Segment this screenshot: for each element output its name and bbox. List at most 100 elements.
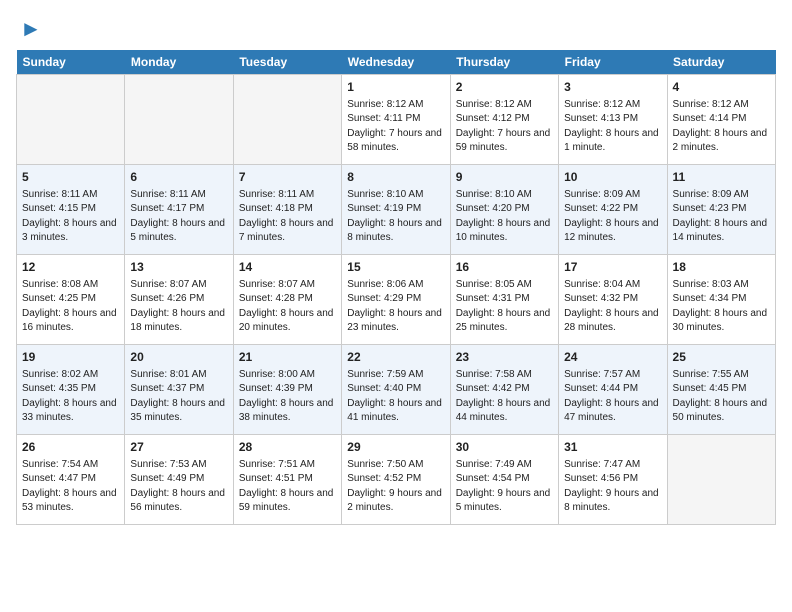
day-info: Sunrise: 8:02 AM Sunset: 4:35 PM Dayligh… [22, 368, 119, 426]
day-number: 17 [564, 259, 661, 276]
logo: ► [16, 16, 42, 42]
day-info: Sunrise: 8:11 AM Sunset: 4:17 PM Dayligh… [130, 188, 227, 246]
day-info: Sunrise: 8:11 AM Sunset: 4:15 PM Dayligh… [22, 188, 119, 246]
weekday-header-friday: Friday [559, 50, 667, 75]
day-info: Sunrise: 7:51 AM Sunset: 4:51 PM Dayligh… [239, 458, 336, 516]
day-number: 1 [347, 79, 444, 96]
calendar-cell: 25 Sunrise: 7:55 AM Sunset: 4:45 PM Dayli… [667, 345, 775, 435]
calendar-cell: 28 Sunrise: 7:51 AM Sunset: 4:51 PM Dayli… [233, 435, 341, 525]
day-number: 21 [239, 349, 336, 366]
day-info: Sunrise: 8:06 AM Sunset: 4:29 PM Dayligh… [347, 278, 444, 336]
day-number: 25 [673, 349, 770, 366]
calendar-cell [667, 435, 775, 525]
day-number: 14 [239, 259, 336, 276]
calendar-cell: 21 Sunrise: 8:00 AM Sunset: 4:39 PM Dayli… [233, 345, 341, 435]
day-number: 3 [564, 79, 661, 96]
calendar-cell: 15 Sunrise: 8:06 AM Sunset: 4:29 PM Dayli… [342, 255, 450, 345]
calendar-cell: 1 Sunrise: 8:12 AM Sunset: 4:11 PM Daylig… [342, 75, 450, 165]
day-info: Sunrise: 8:12 AM Sunset: 4:11 PM Dayligh… [347, 98, 444, 156]
day-info: Sunrise: 7:58 AM Sunset: 4:42 PM Dayligh… [456, 368, 553, 426]
weekday-header-monday: Monday [125, 50, 233, 75]
day-number: 20 [130, 349, 227, 366]
calendar-table: SundayMondayTuesdayWednesdayThursdayFrid… [16, 50, 776, 525]
calendar-cell [17, 75, 125, 165]
calendar-cell: 14 Sunrise: 8:07 AM Sunset: 4:28 PM Dayli… [233, 255, 341, 345]
calendar-week-row: 5 Sunrise: 8:11 AM Sunset: 4:15 PM Daylig… [17, 165, 776, 255]
day-number: 30 [456, 439, 553, 456]
calendar-cell: 20 Sunrise: 8:01 AM Sunset: 4:37 PM Dayli… [125, 345, 233, 435]
day-info: Sunrise: 8:09 AM Sunset: 4:23 PM Dayligh… [673, 188, 770, 246]
day-number: 24 [564, 349, 661, 366]
day-number: 13 [130, 259, 227, 276]
weekday-header-row: SundayMondayTuesdayWednesdayThursdayFrid… [17, 50, 776, 75]
day-number: 4 [673, 79, 770, 96]
calendar-cell [233, 75, 341, 165]
calendar-cell: 31 Sunrise: 7:47 AM Sunset: 4:56 PM Dayli… [559, 435, 667, 525]
calendar-cell: 5 Sunrise: 8:11 AM Sunset: 4:15 PM Daylig… [17, 165, 125, 255]
day-info: Sunrise: 7:57 AM Sunset: 4:44 PM Dayligh… [564, 368, 661, 426]
calendar-cell: 22 Sunrise: 7:59 AM Sunset: 4:40 PM Dayli… [342, 345, 450, 435]
day-number: 27 [130, 439, 227, 456]
day-info: Sunrise: 8:01 AM Sunset: 4:37 PM Dayligh… [130, 368, 227, 426]
day-info: Sunrise: 7:47 AM Sunset: 4:56 PM Dayligh… [564, 458, 661, 516]
day-info: Sunrise: 8:12 AM Sunset: 4:13 PM Dayligh… [564, 98, 661, 156]
day-info: Sunrise: 7:59 AM Sunset: 4:40 PM Dayligh… [347, 368, 444, 426]
day-info: Sunrise: 8:07 AM Sunset: 4:26 PM Dayligh… [130, 278, 227, 336]
day-number: 8 [347, 169, 444, 186]
day-info: Sunrise: 7:53 AM Sunset: 4:49 PM Dayligh… [130, 458, 227, 516]
page-header: ► [16, 16, 776, 42]
calendar-cell: 29Sunrise: 7:50 AM Sunset: 4:52 PM Dayli… [342, 435, 450, 525]
calendar-cell: 23 Sunrise: 7:58 AM Sunset: 4:42 PM Dayli… [450, 345, 558, 435]
day-info: Sunrise: 8:07 AM Sunset: 4:28 PM Dayligh… [239, 278, 336, 336]
calendar-week-row: 19Sunrise: 8:02 AM Sunset: 4:35 PM Dayli… [17, 345, 776, 435]
calendar-cell: 8Sunrise: 8:10 AM Sunset: 4:19 PM Daylig… [342, 165, 450, 255]
day-number: 10 [564, 169, 661, 186]
day-info: Sunrise: 8:10 AM Sunset: 4:20 PM Dayligh… [456, 188, 553, 246]
day-number: 6 [130, 169, 227, 186]
calendar-cell [125, 75, 233, 165]
day-number: 23 [456, 349, 553, 366]
calendar-cell: 10Sunrise: 8:09 AM Sunset: 4:22 PM Dayli… [559, 165, 667, 255]
day-info: Sunrise: 8:12 AM Sunset: 4:14 PM Dayligh… [673, 98, 770, 156]
day-number: 15 [347, 259, 444, 276]
day-number: 31 [564, 439, 661, 456]
day-info: Sunrise: 7:49 AM Sunset: 4:54 PM Dayligh… [456, 458, 553, 516]
day-number: 28 [239, 439, 336, 456]
calendar-cell: 16Sunrise: 8:05 AM Sunset: 4:31 PM Dayli… [450, 255, 558, 345]
day-info: Sunrise: 7:54 AM Sunset: 4:47 PM Dayligh… [22, 458, 119, 516]
calendar-cell: 2Sunrise: 8:12 AM Sunset: 4:12 PM Daylig… [450, 75, 558, 165]
calendar-cell: 27 Sunrise: 7:53 AM Sunset: 4:49 PM Dayli… [125, 435, 233, 525]
day-info: Sunrise: 8:08 AM Sunset: 4:25 PM Dayligh… [22, 278, 119, 336]
calendar-cell: 18Sunrise: 8:03 AM Sunset: 4:34 PM Dayli… [667, 255, 775, 345]
day-info: Sunrise: 8:04 AM Sunset: 4:32 PM Dayligh… [564, 278, 661, 336]
weekday-header-sunday: Sunday [17, 50, 125, 75]
calendar-cell: 24 Sunrise: 7:57 AM Sunset: 4:44 PM Dayli… [559, 345, 667, 435]
calendar-cell: 4 Sunrise: 8:12 AM Sunset: 4:14 PM Daylig… [667, 75, 775, 165]
day-number: 18 [673, 259, 770, 276]
day-number: 7 [239, 169, 336, 186]
calendar-week-row: 12Sunrise: 8:08 AM Sunset: 4:25 PM Dayli… [17, 255, 776, 345]
logo-bird-icon: ► [20, 16, 42, 42]
day-number: 26 [22, 439, 119, 456]
calendar-cell: 30 Sunrise: 7:49 AM Sunset: 4:54 PM Dayli… [450, 435, 558, 525]
calendar-cell: 19Sunrise: 8:02 AM Sunset: 4:35 PM Dayli… [17, 345, 125, 435]
weekday-header-saturday: Saturday [667, 50, 775, 75]
calendar-cell: 9 Sunrise: 8:10 AM Sunset: 4:20 PM Daylig… [450, 165, 558, 255]
day-number: 22 [347, 349, 444, 366]
day-info: Sunrise: 7:55 AM Sunset: 4:45 PM Dayligh… [673, 368, 770, 426]
day-number: 9 [456, 169, 553, 186]
weekday-header-wednesday: Wednesday [342, 50, 450, 75]
calendar-cell: 12Sunrise: 8:08 AM Sunset: 4:25 PM Dayli… [17, 255, 125, 345]
calendar-cell: 3 Sunrise: 8:12 AM Sunset: 4:13 PM Daylig… [559, 75, 667, 165]
day-info: Sunrise: 8:11 AM Sunset: 4:18 PM Dayligh… [239, 188, 336, 246]
day-info: Sunrise: 8:00 AM Sunset: 4:39 PM Dayligh… [239, 368, 336, 426]
calendar-cell: 13 Sunrise: 8:07 AM Sunset: 4:26 PM Dayli… [125, 255, 233, 345]
weekday-header-thursday: Thursday [450, 50, 558, 75]
day-info: Sunrise: 8:05 AM Sunset: 4:31 PM Dayligh… [456, 278, 553, 336]
day-info: Sunrise: 7:50 AM Sunset: 4:52 PM Dayligh… [347, 458, 444, 516]
calendar-cell: 17 Sunrise: 8:04 AM Sunset: 4:32 PM Dayli… [559, 255, 667, 345]
day-number: 11 [673, 169, 770, 186]
calendar-cell: 7 Sunrise: 8:11 AM Sunset: 4:18 PM Daylig… [233, 165, 341, 255]
weekday-header-tuesday: Tuesday [233, 50, 341, 75]
day-number: 5 [22, 169, 119, 186]
